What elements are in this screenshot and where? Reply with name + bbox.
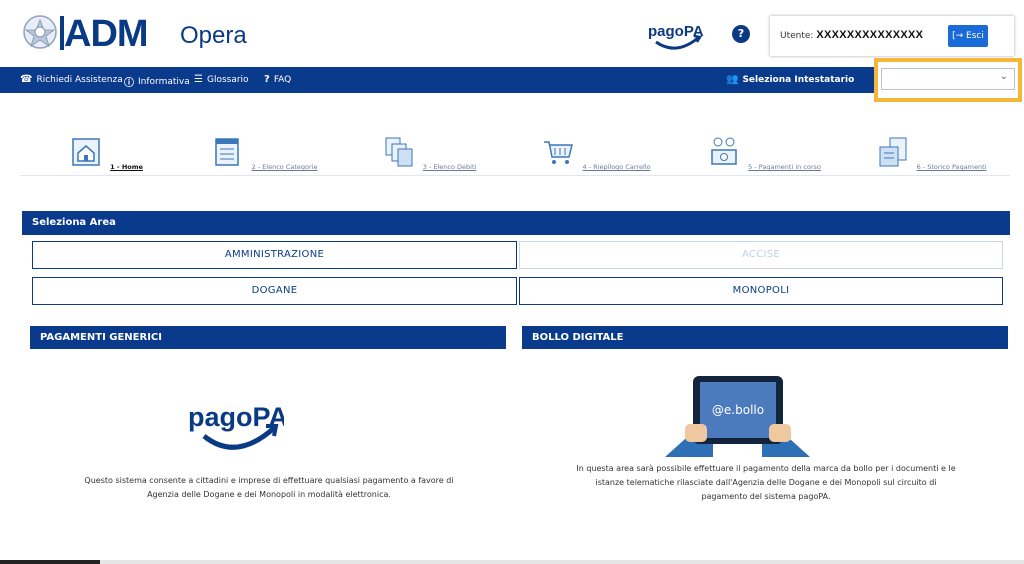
bottom-divider bbox=[0, 560, 1024, 564]
bollo-digitale-header: BOLLO DIGITALE bbox=[522, 326, 1008, 349]
exit-icon: [→ bbox=[952, 31, 964, 41]
bollo-description: In questa area sarà possibile effettuare… bbox=[576, 464, 956, 501]
step-riepilogo-carrello[interactable]: 4 - Riepilogo Carrello bbox=[537, 135, 657, 173]
user-box: Utente: XXXXXXXXXXXXXX [→ Esci bbox=[770, 16, 1014, 56]
step-elenco-categorie[interactable]: 2 - Elenco Categorie bbox=[205, 135, 325, 173]
question-icon: ? bbox=[264, 74, 270, 85]
intestatario-label: 👥 Seleziona Intestatario bbox=[726, 74, 855, 85]
header: ADM Opera pagoPA ? Utente: XXXXXXXXXXXXX… bbox=[0, 0, 1024, 66]
pagamenti-description: Questo sistema consente a cittadini e im… bbox=[84, 476, 454, 499]
stepper-line bbox=[20, 175, 1010, 176]
list-icon: ☰ bbox=[194, 74, 203, 85]
nav-bar: ☎ Richiedi Assistenza ⓘ Informativa ☰ Gl… bbox=[0, 67, 1010, 93]
area-amministrazione-button[interactable]: AMMINISTRAZIONE bbox=[32, 241, 517, 269]
nav-richiedi-assistenza[interactable]: ☎ Richiedi Assistenza bbox=[20, 74, 123, 85]
svg-text:@e.bollo: @e.bollo bbox=[712, 403, 764, 417]
exit-button[interactable]: [→ Esci bbox=[948, 25, 988, 47]
chevron-down-icon: ⌄ bbox=[999, 71, 1008, 82]
ebollo-image[interactable]: @e.bollo bbox=[665, 372, 810, 457]
area-accise-button: ACCISE bbox=[519, 241, 1003, 269]
adm-logo: ADM bbox=[64, 13, 149, 55]
pagopa-big-logo[interactable]: pagoPA bbox=[188, 392, 284, 456]
pagopa-logo: pagoPA bbox=[648, 23, 704, 50]
home-icon bbox=[72, 138, 100, 166]
seleziona-area-header: Seleziona Area bbox=[22, 211, 1010, 235]
nav-informativa[interactable]: ⓘ Informativa bbox=[124, 74, 190, 90]
nav-faq[interactable]: ? FAQ bbox=[264, 74, 291, 85]
step-storico-pagamenti[interactable]: 6 - Storico Pagamenti bbox=[872, 135, 992, 173]
intestatario-select[interactable]: ⌄ bbox=[881, 68, 1015, 90]
cart-icon bbox=[544, 141, 574, 164]
area-dogane-button[interactable]: DOGANE bbox=[32, 277, 517, 305]
users-icon: 👥 bbox=[726, 74, 739, 85]
pagamenti-generici-header: PAGAMENTI GENERICI bbox=[30, 326, 506, 349]
area-monopoli-button[interactable]: MONOPOLI bbox=[519, 277, 1003, 305]
emblem-icon bbox=[23, 15, 57, 49]
user-name: XXXXXXXXXXXXXX bbox=[816, 29, 924, 41]
payments-icon bbox=[711, 137, 737, 165]
info-icon: ⓘ bbox=[124, 78, 134, 89]
step-home[interactable]: 1 - Home bbox=[47, 135, 167, 173]
stepper: 1 - Home 2 - Elenco Categorie 3 - Elenco… bbox=[20, 135, 1010, 205]
app-name: Opera bbox=[180, 22, 247, 49]
categories-icon bbox=[215, 138, 240, 166]
phone-icon: ☎ bbox=[20, 74, 33, 85]
user-info: Utente: XXXXXXXXXXXXXX bbox=[780, 29, 924, 41]
intestatario-select-highlight: ⌄ bbox=[874, 58, 1022, 102]
history-icon bbox=[879, 137, 906, 167]
nav-glossario[interactable]: ☰ Glossario bbox=[194, 74, 249, 85]
step-elenco-debiti[interactable]: 3 - Elenco Debiti bbox=[370, 135, 490, 173]
help-icon[interactable]: ? bbox=[732, 25, 750, 43]
step-pagamenti-in-corso[interactable]: 5 - Pagamenti in corso bbox=[705, 135, 825, 173]
debts-icon bbox=[385, 137, 413, 167]
